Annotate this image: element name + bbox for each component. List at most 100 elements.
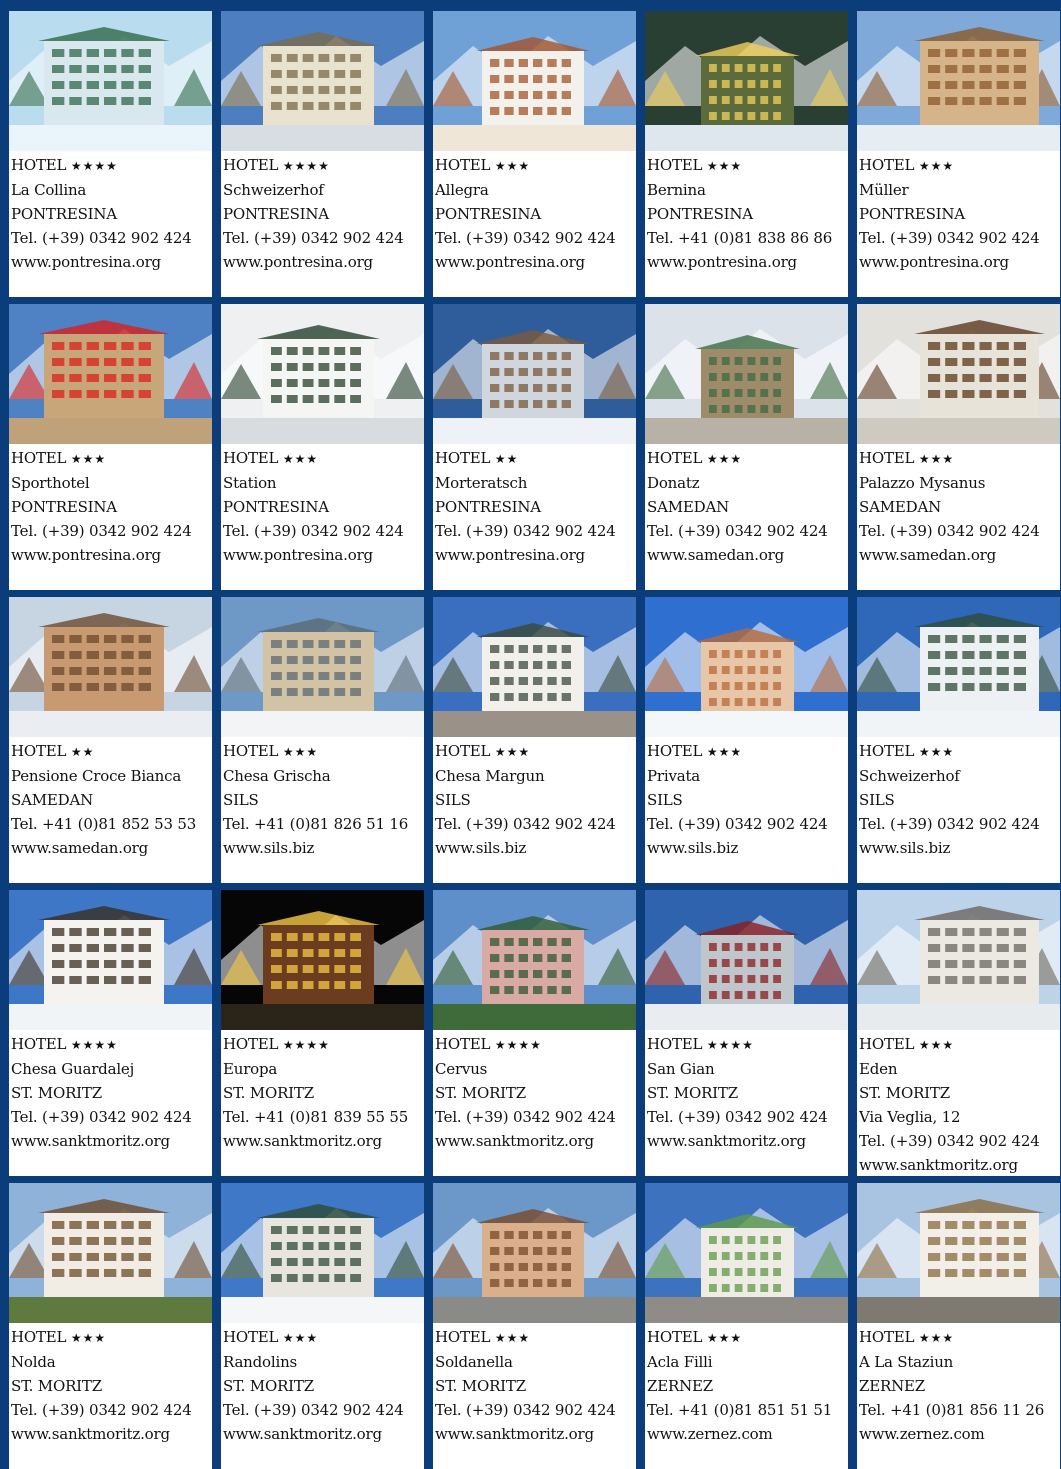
hotel-stars: ★★★ (706, 159, 743, 173)
hotel-town: PONTRESINA (859, 205, 965, 223)
hotel-photo (857, 11, 1060, 151)
hotel-website[interactable]: www.samedan.org (859, 543, 1059, 567)
hotel-website[interactable]: www.sanktmoritz.org (223, 1422, 423, 1446)
hotel-website[interactable]: www.zernez.com (859, 1422, 1059, 1446)
hotel-stars: ★★★★ (706, 1038, 754, 1052)
hotel-category-line: HOTEL ★★★ (859, 153, 1059, 178)
hotel-photo (221, 11, 424, 151)
hotel-category: HOTEL (859, 1035, 915, 1053)
hotel-info: HOTEL ★★★★ Chesa Guardalej ST. MORITZ Tel. … (11, 1032, 211, 1153)
hotel-category: HOTEL (223, 1035, 279, 1053)
hotel-category-line: HOTEL ★★★★ (223, 153, 423, 178)
hotel-website[interactable]: www.zernez.com (647, 1422, 847, 1446)
hotel-info: HOTEL ★★★ Privata SILS Tel. (+39) 0342 902 … (647, 739, 847, 860)
hotel-category: HOTEL (859, 156, 915, 174)
hotel-name: Cervus (435, 1060, 488, 1078)
hotel-website[interactable]: www.sanktmoritz.org (647, 1129, 847, 1153)
hotel-name: La Collina (11, 181, 87, 199)
hotel-website[interactable]: www.sils.biz (223, 836, 423, 860)
hotel-website[interactable]: www.pontresina.org (435, 250, 635, 274)
hotel-website[interactable]: www.sanktmoritz.org (11, 1422, 211, 1446)
hotel-website[interactable]: www.sils.biz (435, 836, 635, 860)
hotel-photo (9, 11, 212, 151)
hotel-category: HOTEL (223, 1328, 279, 1346)
hotel-phone: Tel. (+39) 0342 902 424 (435, 1108, 616, 1126)
hotel-info: HOTEL ★★★ Allegra PONTRESINA Tel. (+39) 034… (435, 153, 635, 274)
hotel-category-line: HOTEL ★★★ (223, 1325, 423, 1350)
hotel-stars: ★★★ (918, 452, 955, 466)
hotel-name: A La Staziun (859, 1353, 954, 1371)
hotel-photo (221, 304, 424, 444)
hotel-photo (433, 11, 636, 151)
hotel-category-line: HOTEL ★★★★ (11, 153, 211, 178)
hotel-info: HOTEL ★★★ Müller PONTRESINA Tel. (+39) 0342… (859, 153, 1059, 274)
hotel-card: HOTEL ★★★ Schweizerhof SILS Tel. (+39) 0342… (857, 597, 1060, 883)
hotel-town: ST. MORITZ (223, 1084, 314, 1102)
hotel-card: HOTEL ★★★ Acla Filli ZERNEZ Tel. +41 (0)81 … (645, 1183, 848, 1469)
hotel-town: ST. MORITZ (435, 1377, 526, 1395)
hotel-town: ST. MORITZ (223, 1377, 314, 1395)
hotel-website[interactable]: www.pontresina.org (11, 250, 211, 274)
hotel-info: HOTEL ★★★ Sporthotel PONTRESINA Tel. (+39) … (11, 446, 211, 567)
hotel-phone: Tel. +41 (0)81 839 55 55 (223, 1108, 409, 1126)
hotel-website[interactable]: www.pontresina.org (11, 543, 211, 567)
hotel-website[interactable]: www.pontresina.org (223, 250, 423, 274)
hotel-info: HOTEL ★★★ Chesa Grischa SILS Tel. +41 (0)81… (223, 739, 423, 860)
hotel-card: HOTEL ★★★ Privata SILS Tel. (+39) 0342 902 … (645, 597, 848, 883)
hotel-website[interactable]: www.sanktmoritz.org (11, 1129, 211, 1153)
hotel-card: HOTEL ★★★ Sporthotel PONTRESINA Tel. (+39) … (9, 304, 212, 590)
hotel-website[interactable]: www.samedan.org (11, 836, 211, 860)
hotel-category-line: HOTEL ★★★ (647, 739, 847, 764)
hotel-photo (221, 1183, 424, 1323)
hotel-phone: Tel. (+39) 0342 902 424 (223, 1401, 404, 1419)
hotel-website[interactable]: www.pontresina.org (647, 250, 847, 274)
hotel-website[interactable]: www.sils.biz (647, 836, 847, 860)
hotel-town: PONTRESINA (435, 498, 541, 516)
hotel-stars: ★★★ (282, 745, 319, 759)
hotel-website[interactable]: www.sanktmoritz.org (859, 1153, 1059, 1176)
hotel-card: HOTEL ★★★★ Chesa Guardalej ST. MORITZ Tel. … (9, 890, 212, 1176)
hotel-website[interactable]: www.sanktmoritz.org (435, 1129, 635, 1153)
hotel-category: HOTEL (859, 742, 915, 760)
hotel-photo (645, 1183, 848, 1323)
hotel-category: HOTEL (859, 1328, 915, 1346)
hotel-website[interactable]: www.samedan.org (647, 543, 847, 567)
hotel-name: Nolda (11, 1353, 56, 1371)
hotel-photo (645, 304, 848, 444)
hotel-name: Allegra (435, 181, 489, 199)
hotel-website[interactable]: www.pontresina.org (223, 543, 423, 567)
hotel-category-line: HOTEL ★★★ (859, 1032, 1059, 1057)
hotel-card: HOTEL ★★★★ Europa ST. MORITZ Tel. +41 (0)81… (221, 890, 424, 1176)
hotel-card: HOTEL ★★★★ San Gian ST. MORITZ Tel. (+39) 0… (645, 890, 848, 1176)
hotel-category-line: HOTEL ★★ (435, 446, 635, 471)
hotel-town: PONTRESINA (647, 205, 753, 223)
hotel-town: ST. MORITZ (11, 1377, 102, 1395)
hotel-website[interactable]: www.sils.biz (859, 836, 1059, 860)
hotel-info: HOTEL ★★ Pensione Croce Bianca SAMEDAN Tel.… (11, 739, 211, 860)
hotel-info: HOTEL ★★★ Station PONTRESINA Tel. (+39) 034… (223, 446, 423, 567)
hotel-website[interactable]: www.sanktmoritz.org (223, 1129, 423, 1153)
hotel-website[interactable]: www.sanktmoritz.org (435, 1422, 635, 1446)
hotel-name: Eden (859, 1060, 898, 1078)
hotel-category: HOTEL (11, 449, 67, 467)
hotel-info: HOTEL ★★★ Nolda ST. MORITZ Tel. (+39) 0342 … (11, 1325, 211, 1446)
hotel-info: HOTEL ★★★ A La Staziun ZERNEZ Tel. +41 (0)8… (859, 1325, 1059, 1446)
hotel-photo (645, 890, 848, 1030)
hotel-town: SILS (859, 791, 895, 809)
hotel-website[interactable]: www.pontresina.org (859, 250, 1059, 274)
hotel-category: HOTEL (647, 156, 703, 174)
hotel-card: HOTEL ★★★ A La Staziun ZERNEZ Tel. +41 (0)8… (857, 1183, 1060, 1469)
hotel-town: SILS (647, 791, 683, 809)
hotel-name: Müller (859, 181, 909, 199)
hotel-name: Schweizerhof (859, 767, 960, 785)
hotel-website[interactable]: www.pontresina.org (435, 543, 635, 567)
hotel-stars: ★★★ (494, 745, 531, 759)
hotel-category: HOTEL (11, 1035, 67, 1053)
hotel-stars: ★★★ (282, 452, 319, 466)
hotel-town: ST. MORITZ (11, 1084, 102, 1102)
hotel-phone: Tel. (+39) 0342 902 424 (859, 522, 1040, 540)
hotel-phone: Tel. (+39) 0342 902 424 (859, 229, 1040, 247)
hotel-card: HOTEL ★★★★ Cervus ST. MORITZ Tel. (+39) 034… (433, 890, 636, 1176)
hotel-category-line: HOTEL ★★★ (647, 1325, 847, 1350)
hotel-phone: Tel. (+39) 0342 902 424 (11, 1108, 192, 1126)
